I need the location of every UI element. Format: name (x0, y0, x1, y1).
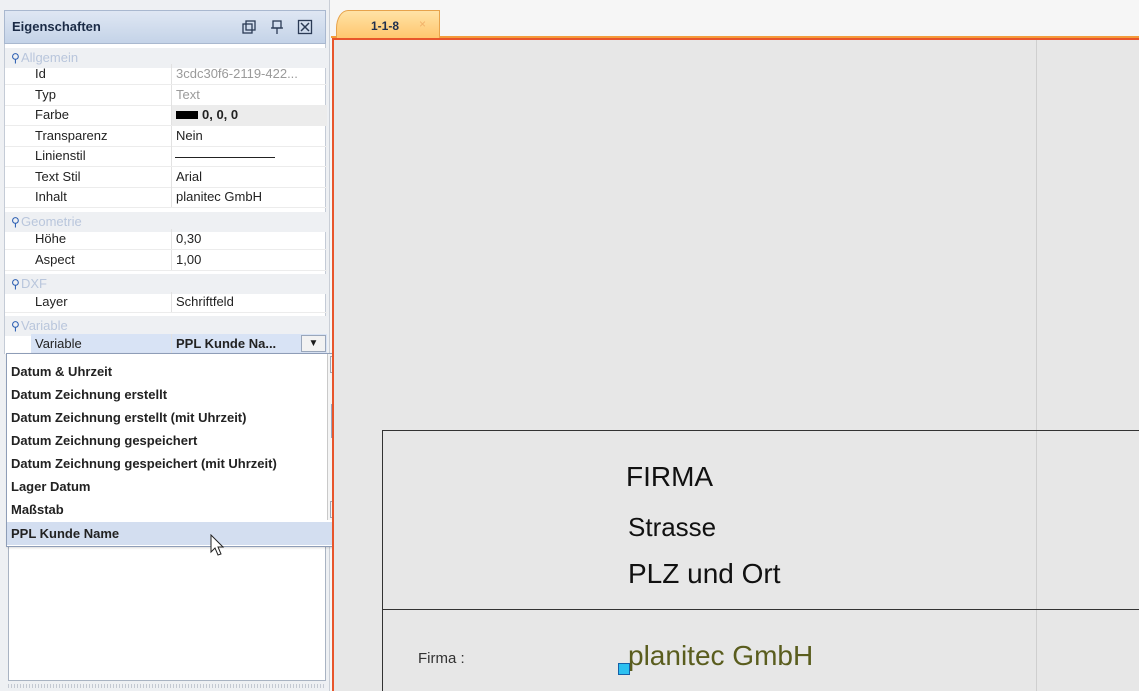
property-row-linienstil[interactable]: Linienstil (5, 146, 327, 167)
category-variable[interactable]: ⚲ Variable (5, 316, 327, 336)
document-tab-strip (331, 0, 1139, 38)
postal-city-text[interactable]: PLZ und Ort (628, 558, 781, 590)
property-row-typ[interactable]: Typ Text (5, 85, 327, 106)
close-icon[interactable]: × (419, 17, 426, 31)
property-row-transparenz[interactable]: Transparenz Nein (5, 126, 327, 147)
color-swatch (176, 110, 198, 119)
property-row-inhalt[interactable]: Inhalt planitec GmbH (5, 187, 327, 208)
dropdown-arrow-icon[interactable]: ▼ (301, 335, 326, 352)
color-value[interactable]: 0, 0, 0 (171, 105, 327, 125)
panel-resize-grip[interactable] (8, 684, 326, 688)
properties-panel: Eigenschaften ⚲ Allgemein Id 3cdc30f6-21… (0, 0, 330, 691)
pin-icon[interactable] (269, 19, 285, 35)
list-item[interactable]: Datum Zeichnung erstellt (mit Uhrzeit) (7, 406, 327, 429)
line-style-preview (175, 157, 275, 158)
category-dxf[interactable]: ⚲ DXF (5, 274, 327, 294)
property-grid: ⚲ Allgemein Id 3cdc30f6-2119-422... Typ … (4, 44, 327, 355)
list-item-selected[interactable]: PPL Kunde Name (7, 522, 346, 545)
list-item[interactable]: Datum & Uhrzeit (7, 360, 327, 383)
property-row-hoehe[interactable]: Höhe 0,30 (5, 229, 327, 250)
restore-window-icon[interactable] (241, 19, 257, 35)
category-pin-icon: ⚲ (11, 319, 20, 333)
list-item[interactable]: Lager Datum (7, 475, 327, 498)
title-block-divider (382, 609, 1139, 610)
street-text[interactable]: Strasse (628, 512, 716, 543)
property-row-variable[interactable]: Variable PPL Kunde Na... ▼ (5, 334, 327, 355)
tab-document[interactable]: 1-1-8 × (336, 10, 440, 40)
panel-title: Eigenschaften (12, 19, 101, 34)
list-item[interactable]: Datum Zeichnung gespeichert (7, 429, 327, 452)
list-item[interactable]: Maßstab (7, 498, 327, 521)
property-row-aspect[interactable]: Aspect 1,00 (5, 250, 327, 271)
selection-handle[interactable] (618, 663, 630, 675)
company-label[interactable]: Firma : (418, 650, 465, 667)
company-value-text[interactable]: planitec GmbH (628, 640, 813, 672)
mouse-cursor-icon (210, 534, 225, 556)
panel-header: Eigenschaften (4, 10, 326, 44)
list-item[interactable]: Datum Zeichnung erstellt (7, 383, 327, 406)
company-header-text[interactable]: FIRMA (626, 461, 713, 493)
close-box-icon[interactable] (297, 19, 313, 35)
description-area (8, 547, 326, 681)
property-row-layer[interactable]: Layer Schriftfeld (5, 292, 327, 313)
property-row-textstil[interactable]: Text Stil Arial (5, 167, 327, 188)
category-pin-icon: ⚲ (11, 277, 20, 291)
property-row-id[interactable]: Id 3cdc30f6-2119-422... (5, 64, 327, 85)
line-style-value[interactable] (171, 146, 327, 166)
list-item[interactable]: Datum Zeichnung gespeichert (mit Uhrzeit… (7, 452, 327, 475)
property-row-farbe[interactable]: Farbe 0, 0, 0 (5, 105, 327, 126)
variable-dropdown-list[interactable]: Datum & Uhrzeit Datum Zeichnung erstellt… (6, 353, 347, 547)
